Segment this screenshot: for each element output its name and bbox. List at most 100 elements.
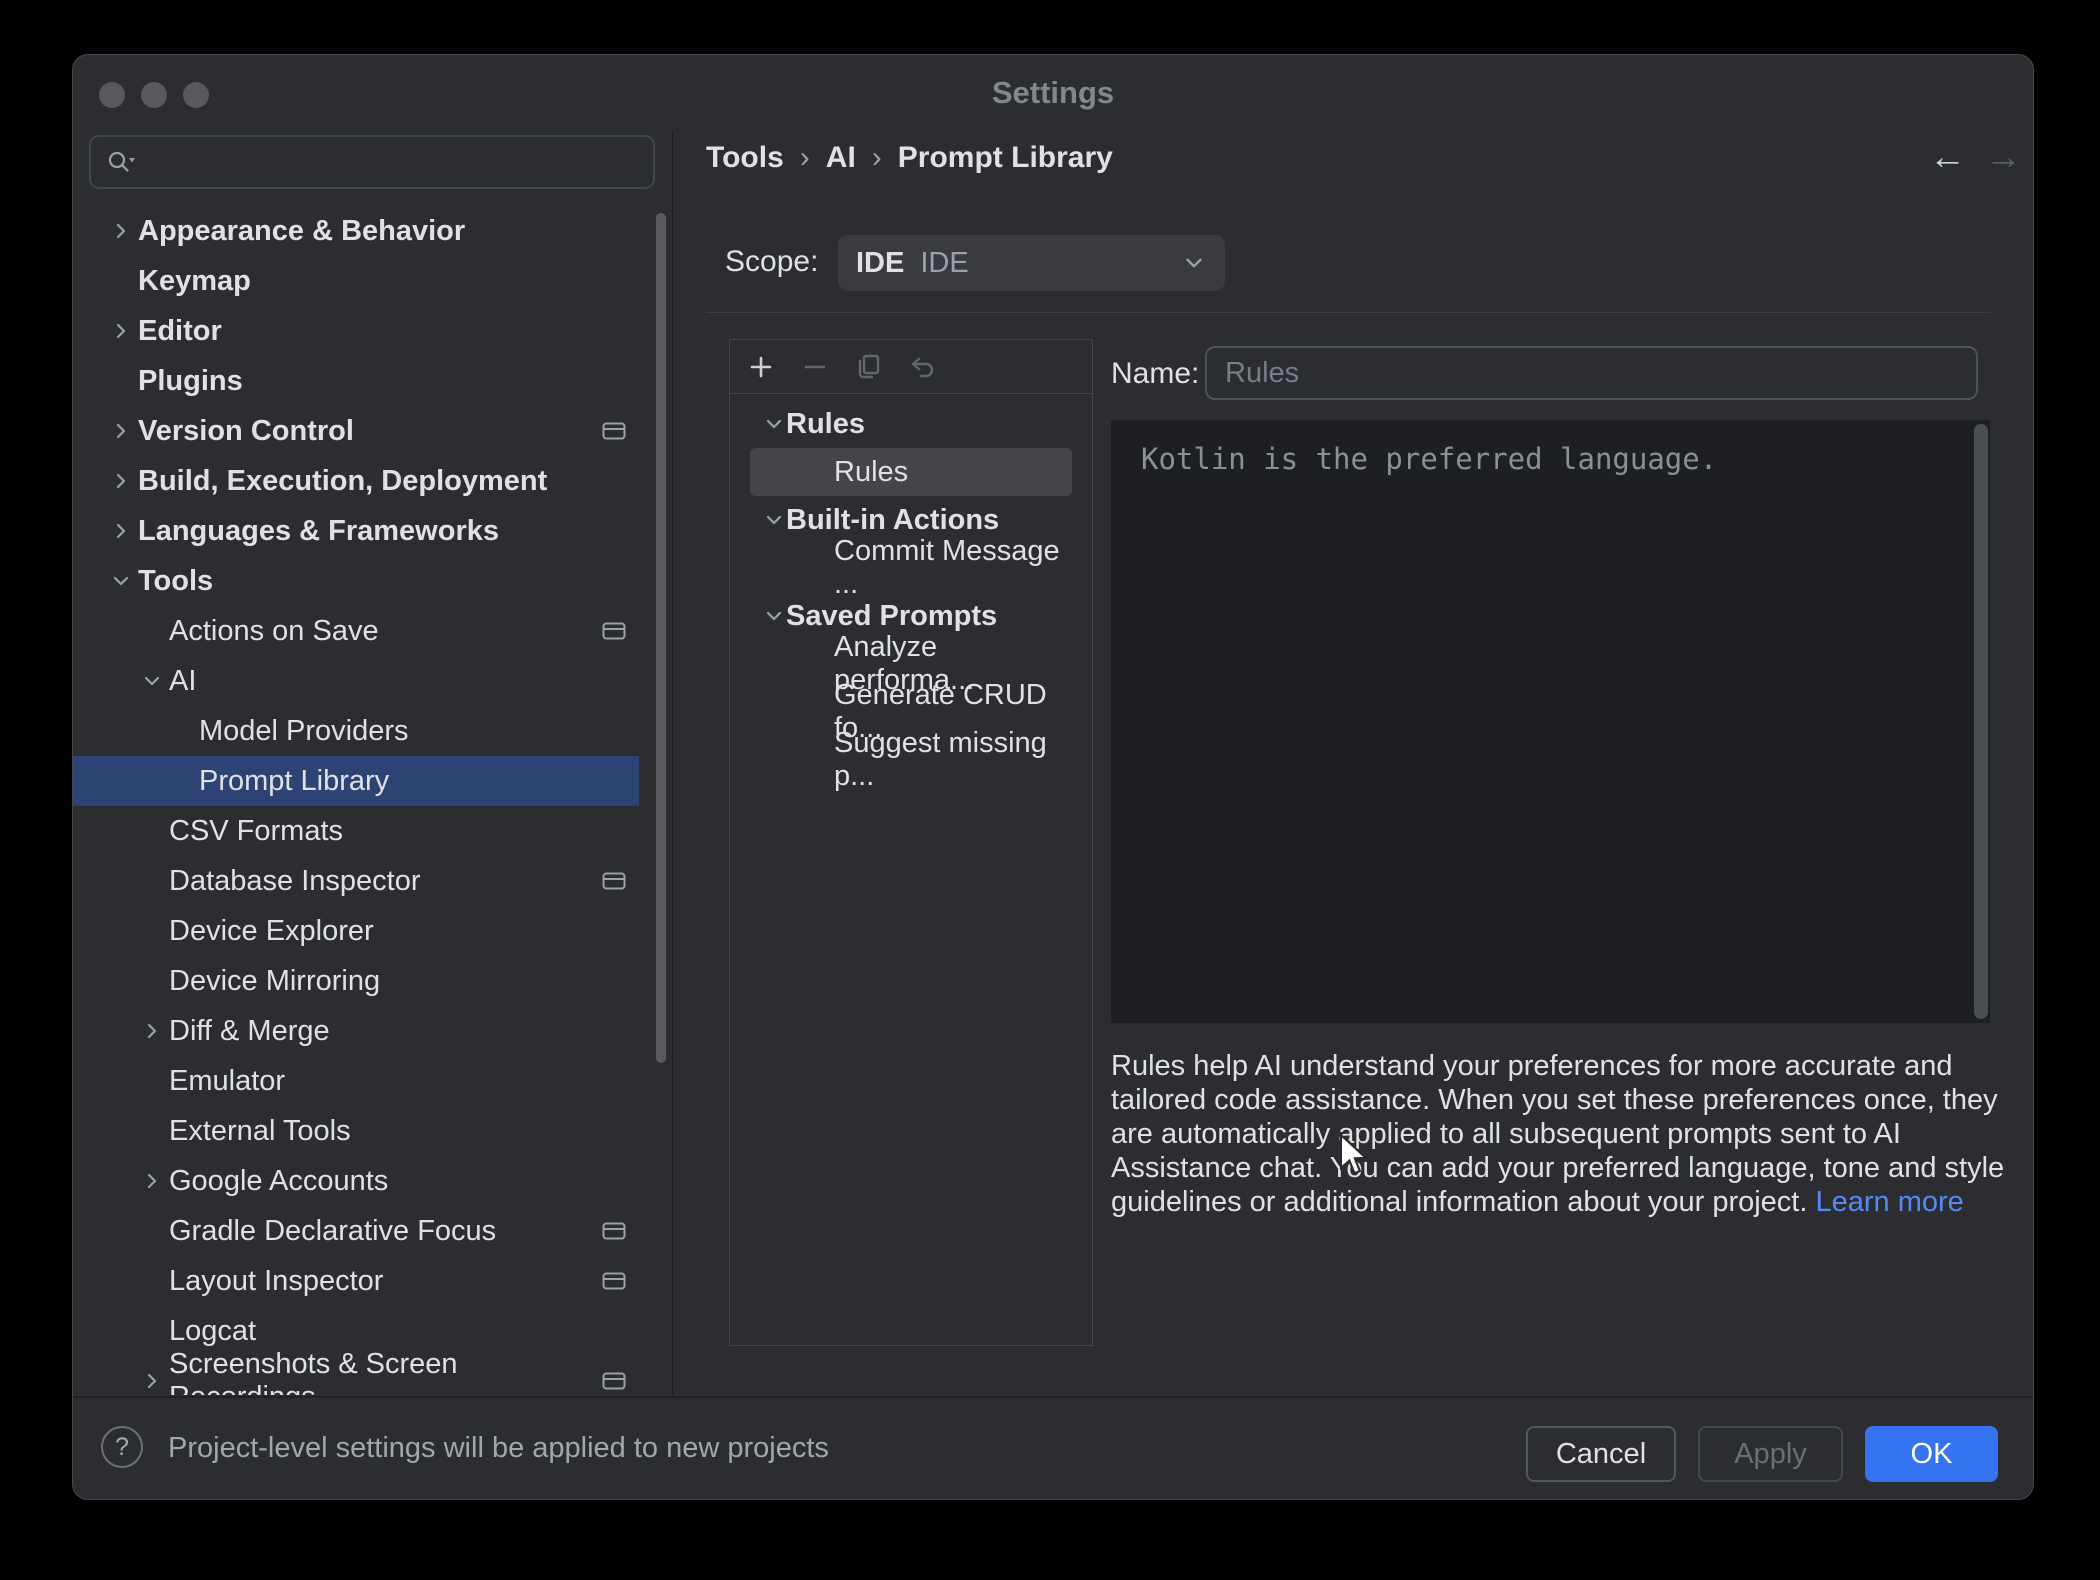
forward-button[interactable]: → bbox=[1985, 135, 2022, 179]
sidebar-item-google-accounts[interactable]: Google Accounts bbox=[73, 1156, 639, 1206]
revert-button[interactable] bbox=[906, 350, 940, 384]
footer-hint: Project-level settings will be applied t… bbox=[168, 1432, 829, 1465]
sidebar-item-label: Version Control bbox=[138, 415, 354, 448]
prompt-tree-label: Rules bbox=[786, 408, 865, 441]
chevron-right-icon[interactable] bbox=[104, 214, 138, 248]
prompt-tree: RulesRulesBuilt-in ActionsCommit Message… bbox=[730, 400, 1092, 1345]
prompt-description: Rules help AI understand your preference… bbox=[1111, 1049, 2031, 1219]
name-label: Name: bbox=[1111, 357, 1199, 391]
sidebar-item-device-explorer[interactable]: Device Explorer bbox=[73, 906, 639, 956]
chevron-spacer bbox=[135, 864, 169, 898]
chevron-right-icon[interactable] bbox=[104, 414, 138, 448]
editor-scrollbar[interactable] bbox=[1974, 424, 1988, 1019]
sidebar-item-languages-frameworks[interactable]: Languages & Frameworks bbox=[73, 506, 639, 556]
header-divider bbox=[706, 312, 1991, 313]
chevron-right-icon[interactable] bbox=[104, 314, 138, 348]
prompt-name-input[interactable] bbox=[1205, 346, 1978, 400]
settings-search[interactable] bbox=[89, 135, 655, 189]
prompt-tree-group-rules[interactable]: Rules bbox=[750, 400, 1072, 448]
footer-buttons: Cancel Apply OK bbox=[1526, 1426, 1998, 1482]
sidebar-item-label: Device Mirroring bbox=[169, 965, 380, 998]
sidebar-item-screenshots-screen-recordings[interactable]: Screenshots & Screen Recordings bbox=[73, 1356, 639, 1395]
prompt-tree-item-rules[interactable]: Rules bbox=[750, 448, 1072, 496]
chevron-right-icon[interactable] bbox=[135, 1364, 169, 1395]
apply-button[interactable]: Apply bbox=[1698, 1426, 1843, 1482]
chevron-spacer bbox=[104, 264, 138, 298]
sidebar-item-editor[interactable]: Editor bbox=[73, 306, 639, 356]
sidebar-item-ai[interactable]: AI bbox=[73, 656, 639, 706]
scope-select[interactable]: IDE IDE bbox=[838, 235, 1225, 291]
chevron-right-icon[interactable] bbox=[104, 464, 138, 498]
search-icon[interactable] bbox=[105, 147, 137, 177]
prompt-tree-label: Suggest missing p... bbox=[834, 727, 1072, 793]
sidebar-item-emulator[interactable]: Emulator bbox=[73, 1056, 639, 1106]
sidebar-item-device-mirroring[interactable]: Device Mirroring bbox=[73, 956, 639, 1006]
learn-more-link[interactable]: Learn more bbox=[1815, 1186, 1963, 1218]
chevron-spacer bbox=[135, 1114, 169, 1148]
sidebar-item-version-control[interactable]: Version Control bbox=[73, 406, 639, 456]
breadcrumb-separator: › bbox=[872, 141, 882, 175]
back-button[interactable]: ← bbox=[1929, 135, 1966, 179]
prompt-toolbar bbox=[730, 340, 1092, 394]
sidebar-item-diff-merge[interactable]: Diff & Merge bbox=[73, 1006, 639, 1056]
chevron-down-icon[interactable] bbox=[762, 508, 786, 532]
chevron-right-icon[interactable] bbox=[135, 1014, 169, 1048]
sidebar-item-label: Tools bbox=[138, 565, 213, 598]
ok-button[interactable]: OK bbox=[1865, 1426, 1998, 1482]
chevron-right-icon[interactable] bbox=[135, 1164, 169, 1198]
sidebar-scrollbar[interactable] bbox=[656, 213, 666, 1063]
sidebar-item-plugins[interactable]: Plugins bbox=[73, 356, 639, 406]
chevron-spacer bbox=[165, 714, 199, 748]
chevron-spacer bbox=[135, 1264, 169, 1298]
chevron-spacer bbox=[135, 964, 169, 998]
chevron-down-icon[interactable] bbox=[762, 604, 786, 628]
remove-prompt-button[interactable] bbox=[798, 350, 832, 384]
search-input[interactable] bbox=[147, 146, 639, 178]
sidebar-item-tools[interactable]: Tools bbox=[73, 556, 639, 606]
project-settings-icon bbox=[602, 421, 626, 441]
chevron-down-icon[interactable] bbox=[135, 664, 169, 698]
add-prompt-button[interactable] bbox=[744, 350, 778, 384]
chevron-right-icon[interactable] bbox=[104, 514, 138, 548]
sidebar-item-build-execution-deployment[interactable]: Build, Execution, Deployment bbox=[73, 456, 639, 506]
project-settings-icon bbox=[602, 1221, 626, 1241]
sidebar-item-appearance-behavior[interactable]: Appearance & Behavior bbox=[73, 206, 639, 256]
breadcrumb-item-ai[interactable]: AI bbox=[826, 141, 856, 175]
sidebar-item-layout-inspector[interactable]: Layout Inspector bbox=[73, 1256, 639, 1306]
breadcrumb: Tools›AI›Prompt Library bbox=[706, 138, 1113, 178]
copy-prompt-button[interactable] bbox=[852, 350, 886, 384]
sidebar-item-prompt-library[interactable]: Prompt Library bbox=[73, 756, 639, 806]
sidebar-item-label: Layout Inspector bbox=[169, 1265, 383, 1298]
chevron-down-icon bbox=[1181, 250, 1207, 276]
sidebar-item-label: Prompt Library bbox=[199, 765, 389, 798]
chevron-down-icon[interactable] bbox=[104, 564, 138, 598]
sidebar-item-label: Build, Execution, Deployment bbox=[138, 465, 547, 498]
sidebar-item-label: Editor bbox=[138, 315, 222, 348]
chevron-spacer bbox=[165, 764, 199, 798]
breadcrumb-item-tools[interactable]: Tools bbox=[706, 141, 784, 175]
sidebar-item-keymap[interactable]: Keymap bbox=[73, 256, 639, 306]
prompt-tree-item-commit-message[interactable]: Commit Message ... bbox=[750, 544, 1072, 592]
sidebar-item-label: Keymap bbox=[138, 265, 251, 298]
sidebar-item-actions-on-save[interactable]: Actions on Save bbox=[73, 606, 639, 656]
sidebar-item-model-providers[interactable]: Model Providers bbox=[73, 706, 639, 756]
prompt-tree-label: Saved Prompts bbox=[786, 600, 997, 633]
scope-value: IDE bbox=[920, 247, 968, 280]
help-icon[interactable]: ? bbox=[101, 1426, 143, 1468]
sidebar-item-database-inspector[interactable]: Database Inspector bbox=[73, 856, 639, 906]
prompt-tree-item-suggest-missing-p[interactable]: Suggest missing p... bbox=[750, 736, 1072, 784]
sidebar-item-label: CSV Formats bbox=[169, 815, 343, 848]
sidebar-item-gradle-declarative-focus[interactable]: Gradle Declarative Focus bbox=[73, 1206, 639, 1256]
prompt-editor[interactable]: Kotlin is the preferred language. bbox=[1111, 420, 1990, 1023]
sidebar-item-label: Plugins bbox=[138, 365, 243, 398]
sidebar-item-external-tools[interactable]: External Tools bbox=[73, 1106, 639, 1156]
scope-label: Scope: bbox=[725, 245, 818, 279]
chevron-spacer bbox=[135, 614, 169, 648]
sidebar-item-label: External Tools bbox=[169, 1115, 351, 1148]
sidebar-item-csv-formats[interactable]: CSV Formats bbox=[73, 806, 639, 856]
sidebar-item-label: Device Explorer bbox=[169, 915, 374, 948]
chevron-down-icon[interactable] bbox=[762, 412, 786, 436]
sidebar-item-label: Database Inspector bbox=[169, 865, 420, 898]
cancel-button[interactable]: Cancel bbox=[1526, 1426, 1676, 1482]
sidebar-item-label: Gradle Declarative Focus bbox=[169, 1215, 496, 1248]
